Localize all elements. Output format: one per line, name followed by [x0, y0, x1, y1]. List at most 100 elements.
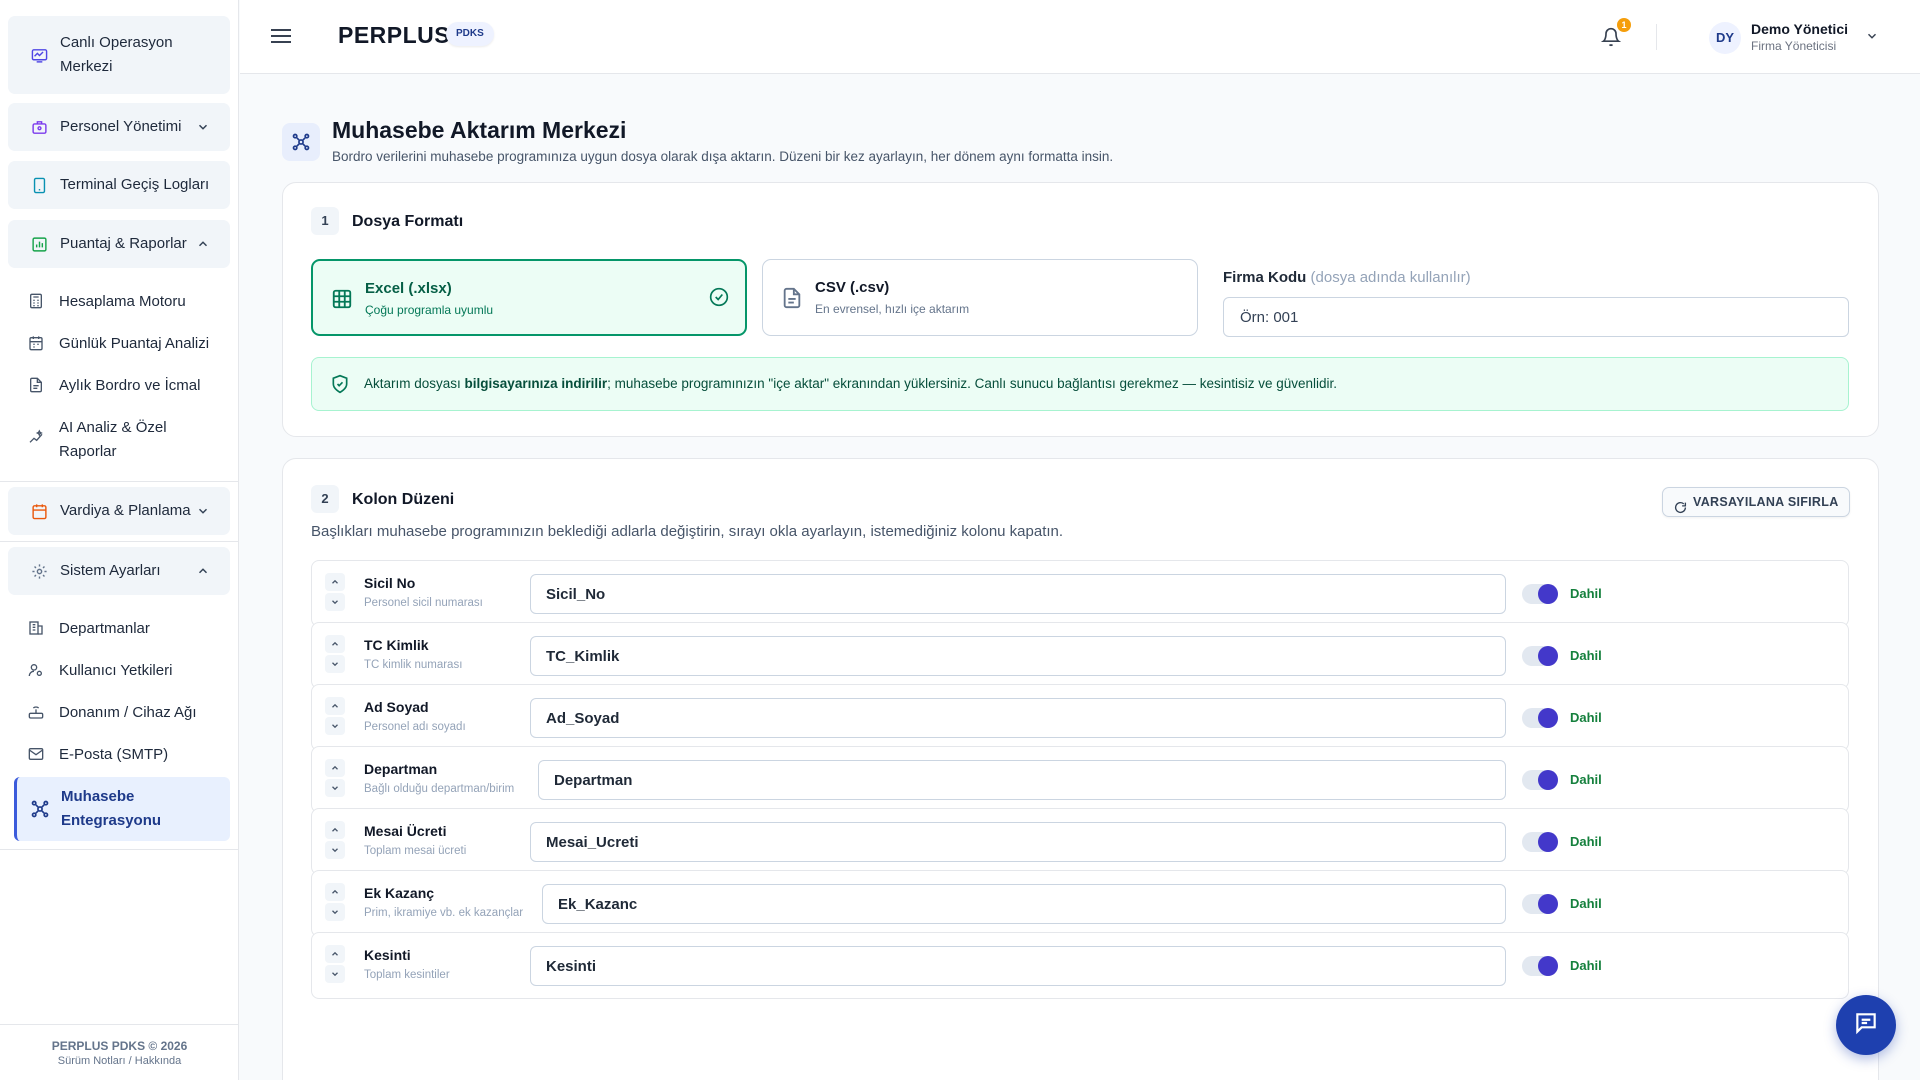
firm-code-label: Firma Kodu (dosya adında kullanılır): [1223, 269, 1471, 286]
sidebar-item-personnel[interactable]: Personel Yönetimi: [8, 103, 230, 151]
column-desc: Toplam mesai ücreti: [364, 845, 467, 857]
toggle-knob: [1538, 708, 1558, 728]
include-toggle[interactable]: [1522, 770, 1558, 790]
move-down-button[interactable]: [325, 779, 345, 797]
sidebar-subitem-label: E-Posta (SMTP): [59, 746, 169, 763]
move-down-button[interactable]: [325, 655, 345, 673]
column-header-input[interactable]: [530, 698, 1506, 738]
sidebar-subitem-label: Muhasebe Entegrasyonu: [61, 788, 162, 829]
calculator-icon: [28, 293, 44, 309]
column-header-input[interactable]: [542, 884, 1506, 924]
format-desc: Çoğu programla uyumlu: [365, 303, 494, 317]
sidebar-item-terminal-logs[interactable]: Terminal Geçiş Logları: [8, 161, 230, 209]
monitor-icon: [30, 46, 48, 64]
chevron-up-icon: [332, 889, 338, 894]
column-hint: Başlıkları muhasebe programınızın bekled…: [311, 523, 1064, 540]
include-toggle[interactable]: [1522, 956, 1558, 976]
sidebar-subitem-label: Günlük Puantaj Analizi: [59, 335, 210, 352]
include-toggle[interactable]: [1522, 646, 1558, 666]
sidebar-subitem-daily-analysis[interactable]: Günlük Puantaj Analizi: [28, 332, 228, 356]
include-toggle[interactable]: [1522, 894, 1558, 914]
move-down-button[interactable]: [325, 903, 345, 921]
column-desc: TC kimlik numarası: [364, 659, 463, 671]
network-icon: [282, 123, 320, 161]
format-option-excel[interactable]: Excel (.xlsx) Çoğu programla uyumlu: [311, 259, 747, 336]
sidebar-divider: [0, 541, 239, 542]
move-up-button[interactable]: [325, 759, 345, 777]
sidebar-subitem-ai-reports[interactable]: AI Analiz & Özel Raporlar: [28, 416, 228, 464]
release-notes-link[interactable]: Sürüm Notları / Hakkında: [0, 1055, 239, 1067]
chevron-up-icon: [196, 237, 210, 251]
user-key-icon: [28, 662, 44, 678]
note-bold: bilgisayarınıza indirilir: [464, 376, 608, 391]
move-down-button[interactable]: [325, 593, 345, 611]
move-up-button[interactable]: [325, 697, 345, 715]
sparkle-chart-icon: [28, 429, 44, 445]
column-header-input[interactable]: [530, 636, 1506, 676]
include-state: Dahil: [1570, 772, 1602, 787]
column-desc: Personel adı soyadı: [364, 721, 466, 733]
info-note: Aktarım dosyası bilgisayarınıza indirili…: [311, 357, 1849, 411]
sidebar-item-reports[interactable]: Puantaj & Raporlar: [8, 220, 230, 268]
reset-defaults-button[interactable]: VARSAYILANA SIFIRLA: [1662, 487, 1850, 517]
sidebar-subitem-label: AI Analiz & Özel Raporlar: [59, 419, 167, 460]
sidebar-item-shifts[interactable]: Vardiya & Planlama: [8, 487, 230, 535]
bar-chart-icon: [30, 235, 48, 253]
move-down-button[interactable]: [325, 717, 345, 735]
toggle-knob: [1538, 646, 1558, 666]
briefcase-icon: [30, 118, 48, 136]
column-header-input[interactable]: [530, 574, 1506, 614]
avatar[interactable]: DY: [1709, 22, 1741, 54]
move-up-button[interactable]: [325, 945, 345, 963]
chevron-down-icon: [332, 600, 338, 605]
move-down-button[interactable]: [325, 841, 345, 859]
column-header-input[interactable]: [530, 822, 1506, 862]
move-up-button[interactable]: [325, 573, 345, 591]
sidebar-item-system-settings[interactable]: Sistem Ayarları: [8, 547, 230, 595]
include-toggle[interactable]: [1522, 584, 1558, 604]
section-title: Dosya Formatı: [352, 213, 464, 230]
chevron-up-icon: [196, 564, 210, 578]
format-option-csv[interactable]: CSV (.csv) En evrensel, hızlı içe aktarı…: [762, 259, 1198, 336]
router-icon: [28, 704, 44, 720]
format-desc: En evrensel, hızlı içe aktarım: [815, 302, 970, 316]
chevron-up-icon: [332, 579, 338, 584]
column-name: Departman: [364, 761, 438, 777]
column-header-input[interactable]: [538, 760, 1506, 800]
include-toggle[interactable]: [1522, 832, 1558, 852]
chat-button[interactable]: [1836, 995, 1896, 1055]
sidebar-item-live-ops[interactable]: Canlı Operasyon Merkezi: [8, 16, 230, 94]
sidebar-item-label: Personel Yönetimi: [60, 118, 182, 135]
user-name[interactable]: Demo Yönetici: [1751, 21, 1848, 37]
column-header-input[interactable]: [530, 946, 1506, 986]
check-circle-icon: [709, 287, 731, 309]
include-state: Dahil: [1570, 896, 1602, 911]
move-down-button[interactable]: [325, 965, 345, 983]
tablet-icon: [30, 176, 48, 194]
hamburger-menu-icon[interactable]: [270, 27, 292, 45]
include-toggle[interactable]: [1522, 708, 1558, 728]
sidebar-subitem-user-permissions[interactable]: Kullanıcı Yetkileri: [28, 659, 228, 683]
calendar-icon: [30, 502, 48, 520]
move-up-button[interactable]: [325, 883, 345, 901]
sidebar-subitem-smtp[interactable]: E-Posta (SMTP): [28, 743, 228, 767]
step-number: 1: [311, 207, 339, 235]
firm-code-input[interactable]: [1223, 297, 1849, 337]
file-format-card: 1 Dosya Formatı Excel (.xlsx) Çoğu progr…: [282, 182, 1879, 437]
sidebar-subitem-accounting-integration[interactable]: Muhasebe Entegrasyonu: [14, 777, 230, 841]
column-row: Sicil No Personel sicil numarası Dahil: [311, 560, 1849, 627]
column-desc: Bağlı olduğu departman/birim: [364, 783, 515, 795]
copyright-text: PERPLUS PDKS © 2026: [51, 1039, 188, 1053]
sidebar-subitem-departments[interactable]: Departmanlar: [28, 617, 228, 641]
sidebar-subitem-label: Aylık Bordro ve İcmal: [59, 377, 201, 394]
move-up-button[interactable]: [325, 821, 345, 839]
info-note-text: Aktarım dosyası bilgisayarınıza indirili…: [364, 376, 1337, 391]
sidebar-subitem-hardware[interactable]: Donanım / Cihaz Ağı: [28, 701, 228, 725]
move-up-button[interactable]: [325, 635, 345, 653]
sidebar-subitem-label: Departmanlar: [59, 620, 150, 637]
notification-badge: 1: [1617, 18, 1631, 32]
toggle-knob: [1538, 770, 1558, 790]
sidebar-subitem-monthly-payroll[interactable]: Aylık Bordro ve İcmal: [28, 374, 228, 398]
chevron-down-icon[interactable]: [1865, 29, 1879, 43]
sidebar-subitem-calc-engine[interactable]: Hesaplama Motoru: [28, 290, 228, 314]
